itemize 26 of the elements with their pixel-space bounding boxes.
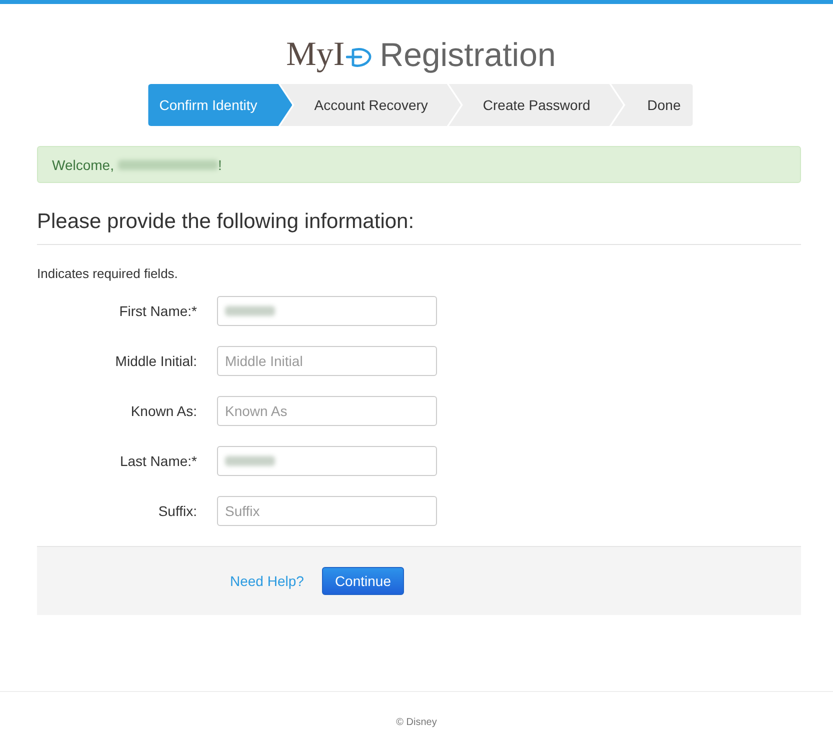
form-heading: Please provide the following information: [37,208,801,245]
progress-step: Done [611,84,693,126]
d-logo-icon [346,46,372,68]
help-link[interactable]: Need Help? [230,573,304,589]
input-field[interactable]: Known As [217,396,437,426]
field-label: Last Name:* [118,453,197,469]
field-label: Suffix: [157,503,197,519]
field-label: First Name:* [118,303,197,319]
field-label: Known As: [130,403,197,419]
field-label: Middle Initial: [114,353,197,369]
input-field[interactable]: Middle Initial [217,346,437,376]
redaction-blur [225,456,275,466]
continue-button[interactable]: Continue [322,567,404,595]
exclamation-text: ! [218,156,222,172]
progress-step: Account Recovery [280,84,461,126]
input-field[interactable]: Suffix [217,496,437,526]
redaction-blur [225,306,275,316]
progress-step: Create Password [448,84,624,126]
required-note: Indicates required fields. [37,265,179,283]
welcome-text: Welcome, [52,156,114,172]
copyright-text: © Disney [396,716,437,728]
page-title: Registration [380,35,556,75]
input-field[interactable] [217,296,437,326]
logo-text: MyI [286,35,345,75]
input-field[interactable] [217,446,437,476]
progress-step: Confirm Identity [148,84,292,126]
